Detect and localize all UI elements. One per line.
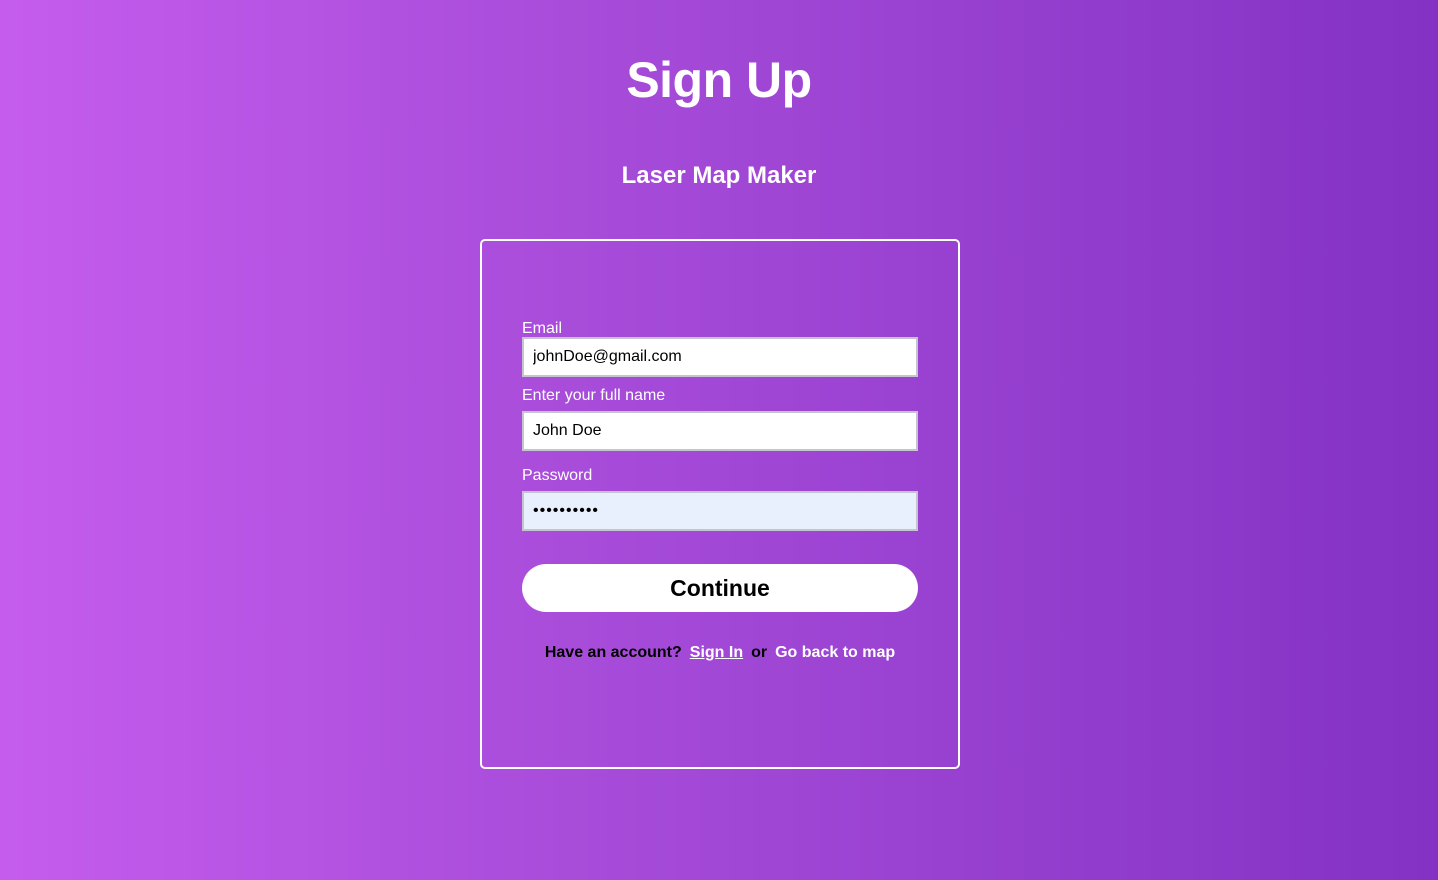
email-label: Email (522, 320, 563, 337)
app-name: Laser Map Maker (621, 162, 817, 189)
full-name-field[interactable] (522, 411, 918, 451)
password-label: Password (522, 467, 593, 484)
signup-form: Email Enter your full name Password Cont… (480, 239, 960, 769)
or-separator: or (751, 644, 768, 661)
account-footer: Have an account? Sign In or Go back to map (482, 643, 958, 663)
password-field[interactable] (522, 491, 918, 531)
back-to-map-link[interactable]: Go back to map (775, 644, 895, 661)
email-field[interactable] (522, 337, 918, 377)
continue-button[interactable]: Continue (522, 564, 918, 612)
have-account-prompt: Have an account? (544, 644, 682, 661)
sign-in-link[interactable]: Sign In (690, 644, 743, 661)
page-title: Sign Up (626, 52, 812, 108)
full-name-label: Enter your full name (522, 387, 666, 404)
